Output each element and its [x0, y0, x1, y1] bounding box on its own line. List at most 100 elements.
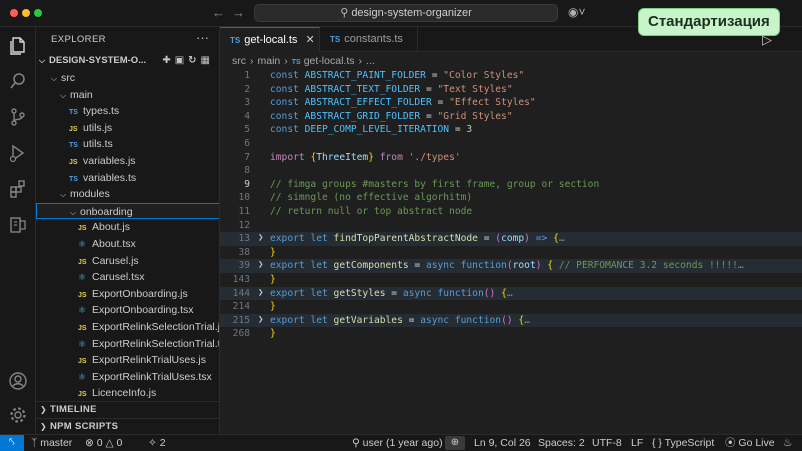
code-line[interactable]: 10 // simngle (no effective algorhitm) [220, 191, 802, 205]
timeline-section[interactable]: ❯ TIMELINE [36, 401, 219, 417]
more-actions-icon[interactable]: ··· [196, 30, 209, 45]
extensions-icon[interactable] [8, 179, 28, 199]
tree-folder[interactable]: ⌵ src [36, 70, 219, 87]
code-text: const ABSTRACT_GRID_FOLDER = "Grid Style… [270, 110, 513, 124]
code-line[interactable]: 8 [220, 164, 802, 178]
tree-item-label: utils.ts [83, 138, 113, 151]
tree-file[interactable]: JS ExportRelinkTrialUses.js [36, 352, 219, 369]
code-token: ABSTRACT_GRID_FOLDER [304, 110, 421, 122]
tree-file[interactable]: JS LicenceInfo.js [36, 385, 219, 402]
tree-file[interactable]: ⚛ About.tsx [36, 236, 219, 253]
tree-file[interactable]: TS utils.ts [36, 136, 219, 153]
code-line[interactable]: 2 const ABSTRACT_TEXT_FOLDER = "Text Styl… [220, 83, 802, 97]
branch-status[interactable]: ᛉ master [31, 435, 72, 451]
tree-folder[interactable]: ⌵ modules [36, 186, 219, 203]
tree-file[interactable]: ⚛ Carusel.tsx [36, 269, 219, 286]
tree-file[interactable]: ⚛ ExportRelinkTrialUses.tsx [36, 369, 219, 386]
tree-folder[interactable]: ⌵ main [36, 87, 219, 104]
code-line[interactable]: 143} [220, 273, 802, 287]
eol-status[interactable]: LF [631, 435, 643, 451]
tree-file[interactable]: JS Carusel.js [36, 253, 219, 270]
fold-chevron-icon[interactable]: ❯ [258, 314, 263, 328]
tree-folder[interactable]: ⌵ onboarding [36, 202, 219, 220]
maximize-window-button[interactable] [34, 9, 42, 17]
breadcrumb-file[interactable]: get-local.ts [304, 55, 355, 67]
breadcrumb-symbol[interactable]: ... [366, 55, 375, 67]
code-line[interactable]: 7 import {ThreeItem} from './types' [220, 151, 802, 165]
code-line[interactable]: 9 // fimga groups #masters by first frame… [220, 178, 802, 192]
branch-icon: ᛉ [31, 437, 41, 449]
project-root[interactable]: ⌵ DESIGN-SYSTEM-O... ✚▣↻▦ [36, 53, 219, 70]
code-line[interactable]: 38} [220, 246, 802, 260]
git-blame-status[interactable]: ⚲ user (1 year ago) [352, 435, 443, 451]
code-line[interactable]: 12 [220, 219, 802, 233]
forward-arrow-icon[interactable]: → [232, 5, 245, 20]
code-line[interactable]: 4 const ABSTRACT_GRID_FOLDER = "Grid Styl… [220, 110, 802, 124]
tree-file[interactable]: ⚛ ExportRelinkSelectionTrial.tsx [36, 336, 219, 353]
explorer-files-icon[interactable] [8, 35, 28, 55]
fold-chevron-icon[interactable]: ❯ [258, 259, 263, 273]
code-token: = [385, 287, 403, 299]
command-center-search[interactable]: ⚲ design-system-organizer [254, 4, 558, 22]
tree-file[interactable]: ⚛ ExportOnboarding.tsx [36, 302, 219, 319]
code-line[interactable]: 215 ❯ export let getVariables = async func… [220, 313, 802, 328]
tab-get-local[interactable]: TS get-local.ts ✕ [220, 27, 320, 52]
line-number: 3 [244, 97, 250, 109]
tree-file[interactable]: JS ExportRelinkSelectionTrial.js [36, 319, 219, 336]
react-file-icon: ⚛ [78, 239, 87, 249]
code-line[interactable]: 3 const ABSTRACT_EFFECT_FOLDER = "Effect … [220, 96, 802, 110]
copilot-icon[interactable]: ◉˅ [568, 5, 585, 19]
go-live-button[interactable]: ⦿ Go Live [725, 435, 775, 451]
tree-file[interactable]: TS types.ts [36, 103, 219, 120]
code-token: function [454, 314, 502, 326]
remote-indicator-icon[interactable]: ⤣ [0, 435, 24, 451]
code-line[interactable]: 214} [220, 300, 802, 314]
code-line[interactable]: 268} [220, 327, 802, 341]
code-line[interactable]: 5 const DEEP_COMP_LEVEL_ITERATION = 3 [220, 123, 802, 137]
code-token: getVariables [333, 314, 403, 326]
notifications-bell-icon[interactable]: ♨ [783, 435, 792, 451]
minimize-window-button[interactable] [22, 9, 30, 17]
problems-status[interactable]: ⊗ 0 △ 0 [85, 435, 122, 451]
line-number: 8 [244, 165, 250, 177]
account-icon[interactable] [8, 371, 28, 391]
npm-scripts-section[interactable]: ❯ NPM SCRIPTS [36, 418, 219, 434]
tree-file[interactable]: JS ExportOnboarding.js [36, 286, 219, 303]
code-line[interactable]: 1 const ABSTRACT_PAINT_FOLDER = "Color St… [220, 69, 802, 83]
language-mode[interactable]: { } TypeScript [652, 435, 714, 451]
settings-gear-icon[interactable] [8, 405, 28, 425]
fold-chevron-icon[interactable]: ❯ [258, 287, 263, 301]
tree-file[interactable]: TS variables.ts [36, 170, 219, 187]
tree-file[interactable]: JS About.js [36, 219, 219, 236]
tree-file[interactable]: JS utils.js [36, 120, 219, 137]
fold-chevron-icon[interactable]: ❯ [258, 232, 263, 246]
run-debug-icon[interactable] [8, 143, 28, 163]
back-arrow-icon[interactable]: ← [212, 5, 225, 20]
code-editor[interactable]: 1 const ABSTRACT_PAINT_FOLDER = "Color St… [220, 68, 802, 434]
breadcrumb-src[interactable]: src [232, 55, 246, 67]
remote-explorer-icon[interactable] [8, 215, 28, 235]
activity-bar [0, 27, 36, 434]
code-line[interactable]: 144 ❯ export let getStyles = async functio… [220, 286, 802, 301]
encoding-status[interactable]: UTF-8 [592, 435, 622, 451]
code-line[interactable]: 11 // return null or top abstract node [220, 205, 802, 219]
code-line[interactable]: 13 ❯ export let findTopParentAbstractNode … [220, 232, 802, 246]
ports-status[interactable]: ✧ 2 [148, 435, 166, 451]
code-token: let [310, 314, 334, 326]
cursor-position[interactable]: Ln 9, Col 26 [474, 435, 531, 451]
tab-constants[interactable]: TS constants.ts [320, 27, 418, 52]
zoom-icon[interactable]: ⊕ [445, 436, 465, 450]
search-icon[interactable] [8, 71, 28, 91]
code-line[interactable]: 39 ❯ export let getComponents = async func… [220, 259, 802, 273]
close-window-button[interactable] [10, 9, 18, 17]
code-token: getStyles [333, 287, 386, 299]
breadcrumb-main[interactable]: main [258, 55, 281, 67]
code-line[interactable]: 6 [220, 137, 802, 151]
indentation-status[interactable]: Spaces: 2 [538, 435, 585, 451]
code-token: // return null or top abstract node [270, 206, 473, 217]
close-tab-icon[interactable]: ✕ [305, 34, 314, 46]
tree-file[interactable]: JS variables.js [36, 153, 219, 170]
explorer-toolbar-icons[interactable]: ✚▣↻▦ [162, 53, 214, 70]
source-control-icon[interactable] [8, 107, 28, 127]
code-token: export [270, 314, 311, 326]
